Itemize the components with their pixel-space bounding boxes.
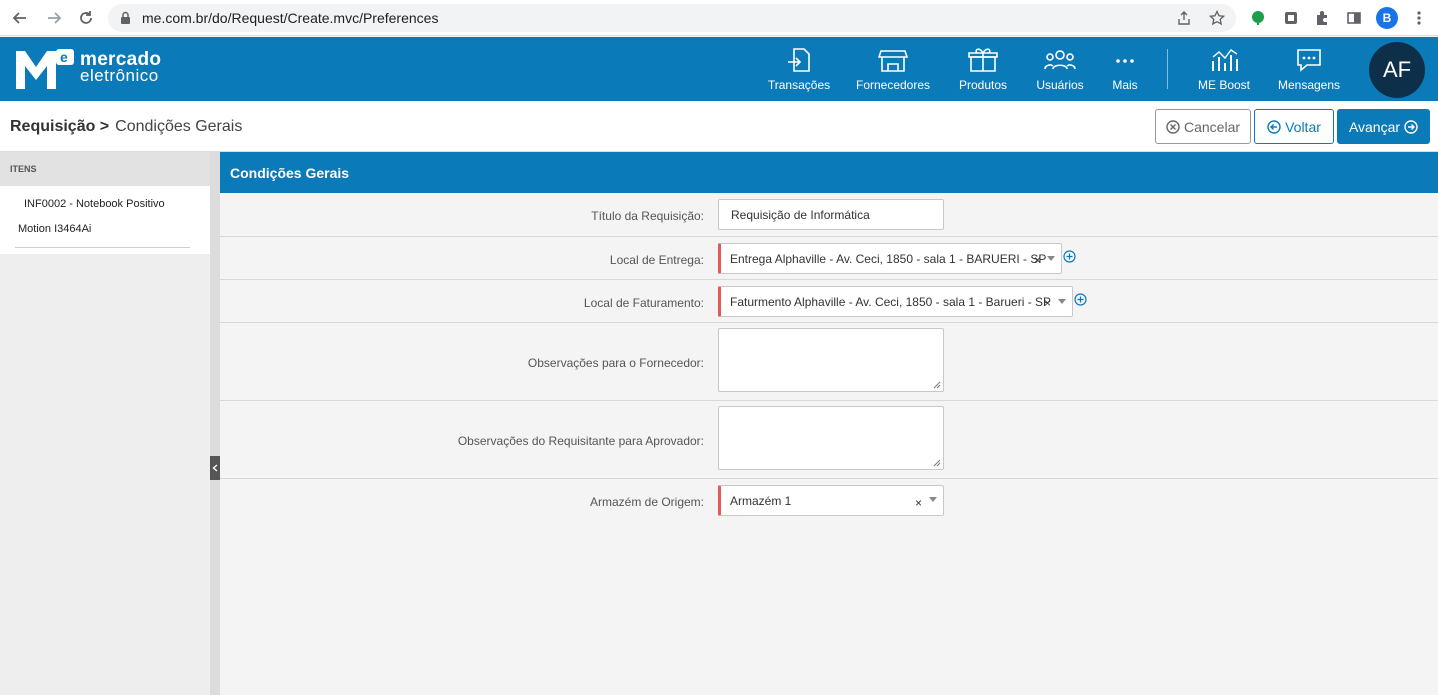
breadcrumb: Requisição > Condições Gerais (10, 118, 242, 136)
chevron-left-icon (212, 464, 218, 472)
profile-avatar[interactable]: B (1376, 7, 1398, 29)
breadcrumb-current: Condições Gerais (115, 118, 243, 135)
nav-label: Transações (767, 78, 831, 92)
resize-grip-icon[interactable] (933, 459, 941, 467)
kebab-menu-icon[interactable] (1411, 8, 1427, 28)
sidebar-gutter (210, 152, 220, 695)
app-header: e mercado eletrônico Transações Forneced… (0, 37, 1438, 101)
url-text: me.com.br/do/Request/Create.mvc/Preferen… (142, 10, 439, 26)
arrow-right-circle-icon (1404, 119, 1418, 134)
mercado-eletronico-logo[interactable]: e mercado eletrônico (16, 47, 161, 89)
armazem-value: Armazém 1 (730, 494, 792, 508)
user-avatar[interactable]: AF (1369, 42, 1425, 98)
sidebar-list: INF0002 - Notebook Positivo Motion I3464… (0, 186, 210, 254)
forward-arrow-icon[interactable] (42, 6, 66, 30)
armazem-caret-icon[interactable] (929, 497, 937, 502)
nav-label: Produtos (958, 78, 1008, 92)
breadcrumb-root[interactable]: Requisição > (10, 118, 109, 135)
main-panel: Condições Gerais Título da Requisição: R… (220, 152, 1438, 695)
message-icon (1297, 49, 1321, 72)
nav-fornecedores[interactable]: Fornecedores (855, 37, 931, 101)
chart-icon (1212, 49, 1238, 71)
share-icon[interactable] (1176, 10, 1192, 31)
browser-toolbar: me.com.br/do/Request/Create.mvc/Preferen… (0, 0, 1438, 36)
cancel-button[interactable]: Cancelar (1155, 109, 1251, 144)
titulo-label: Título da Requisição: (591, 209, 704, 223)
sidebar-heading: ITENS (0, 152, 210, 186)
entrega-select[interactable]: Entrega Alphaville - Av. Ceci, 1850 - sa… (718, 243, 1062, 274)
nav-label: Fornecedores (855, 78, 931, 92)
nav-transacoes[interactable]: Transações (767, 37, 831, 101)
resize-grip-icon[interactable] (933, 381, 941, 389)
faturamento-label: Local de Faturamento: (583, 296, 704, 310)
row-faturamento: Local de Faturamento: Faturmento Alphavi… (220, 280, 1438, 323)
svg-text:e: e (60, 49, 68, 65)
items-sidebar: ITENS INF0002 - Notebook Positivo Motion… (0, 152, 210, 695)
nav-label: Mais (1112, 78, 1138, 92)
nav-separator (1167, 49, 1168, 89)
nav-label: ME Boost (1197, 78, 1251, 92)
users-icon (1044, 50, 1076, 70)
faturamento-select[interactable]: Faturmento Alphaville - Av. Ceci, 1850 -… (718, 286, 1073, 317)
entrega-value: Entrega Alphaville - Av. Ceci, 1850 - sa… (730, 252, 1047, 266)
page-subheader: Requisição > Condições Gerais Cancelar Vo… (0, 101, 1438, 152)
faturamento-caret-icon[interactable] (1058, 299, 1066, 304)
row-armazem: Armazém de Origem: Armazém 1 × (220, 479, 1438, 523)
sidebar-divider (15, 247, 190, 248)
back-arrow-icon[interactable] (8, 6, 32, 30)
nav-usuarios[interactable]: Usuários (1036, 37, 1084, 101)
extension-grid-icon[interactable] (1281, 8, 1301, 28)
next-button[interactable]: Avançar (1337, 109, 1430, 144)
obs-aprovador-label: Observações do Requisitante para Aprovad… (457, 434, 704, 448)
nav-mais[interactable]: Mais (1110, 37, 1140, 101)
faturamento-clear-icon[interactable]: × (1044, 296, 1051, 310)
armazem-label: Armazém de Origem: (589, 495, 704, 509)
cancel-label: Cancelar (1183, 118, 1241, 135)
entrega-label: Local de Entrega: (609, 253, 704, 267)
sidebar-item-line1: INF0002 - Notebook Positivo (24, 198, 165, 210)
arrow-left-circle-icon (1267, 119, 1281, 134)
logo-text-line2: eletrônico (80, 66, 159, 85)
collapse-sidebar-handle[interactable] (210, 456, 220, 480)
nav-label: Mensagens (1277, 78, 1341, 92)
row-entrega: Local de Entrega: Entrega Alphaville - A… (220, 237, 1438, 280)
row-obs-fornecedor: Observações para o Fornecedor: (220, 323, 1438, 401)
nav-produtos[interactable]: Produtos (958, 37, 1008, 101)
nav-me-boost[interactable]: ME Boost (1197, 37, 1251, 101)
titulo-input[interactable]: Requisição de Informática (718, 199, 944, 230)
reload-icon[interactable] (74, 6, 98, 30)
nav-mensagens[interactable]: Mensagens (1278, 37, 1340, 101)
extensions-puzzle-icon[interactable] (1312, 8, 1332, 28)
obs-fornecedor-textarea[interactable] (718, 328, 944, 392)
back-button[interactable]: Voltar (1254, 109, 1334, 144)
add-entrega-icon[interactable] (1063, 250, 1076, 263)
sidebar-item-line2: Motion I3464Ai (18, 223, 92, 235)
sidebar-item[interactable]: INF0002 - Notebook Positivo Motion I3464… (0, 186, 190, 242)
armazem-clear-icon[interactable]: × (915, 496, 922, 510)
address-bar[interactable]: me.com.br/do/Request/Create.mvc/Preferen… (108, 4, 1236, 32)
logo-mark-icon: e (16, 47, 74, 89)
more-icon (1116, 59, 1134, 63)
box-icon (968, 48, 998, 72)
armazem-select[interactable]: Armazém 1 (718, 485, 944, 516)
cancel-circle-icon (1166, 119, 1180, 134)
transactions-icon (788, 48, 810, 72)
obs-fornecedor-label: Observações para o Fornecedor: (527, 356, 704, 370)
side-panel-icon[interactable] (1344, 8, 1364, 28)
back-label: Voltar (1285, 118, 1321, 135)
store-icon (878, 50, 908, 72)
next-label: Avançar (1348, 118, 1401, 135)
row-titulo: Título da Requisição: Requisição de Info… (220, 193, 1438, 237)
bookmark-star-icon[interactable] (1208, 9, 1226, 31)
nav-label: Usuários (1036, 78, 1084, 92)
add-faturamento-icon[interactable] (1074, 293, 1087, 306)
lock-icon (120, 11, 131, 30)
obs-aprovador-textarea[interactable] (718, 406, 944, 470)
entrega-caret-icon[interactable] (1047, 256, 1055, 261)
faturamento-value: Faturmento Alphaville - Av. Ceci, 1850 -… (730, 295, 1052, 309)
row-obs-aprovador: Observações do Requisitante para Aprovad… (220, 401, 1438, 479)
panel-title: Condições Gerais (220, 152, 1438, 193)
extension-leaf-icon[interactable] (1248, 8, 1268, 28)
entrega-clear-icon[interactable]: × (1034, 253, 1041, 267)
